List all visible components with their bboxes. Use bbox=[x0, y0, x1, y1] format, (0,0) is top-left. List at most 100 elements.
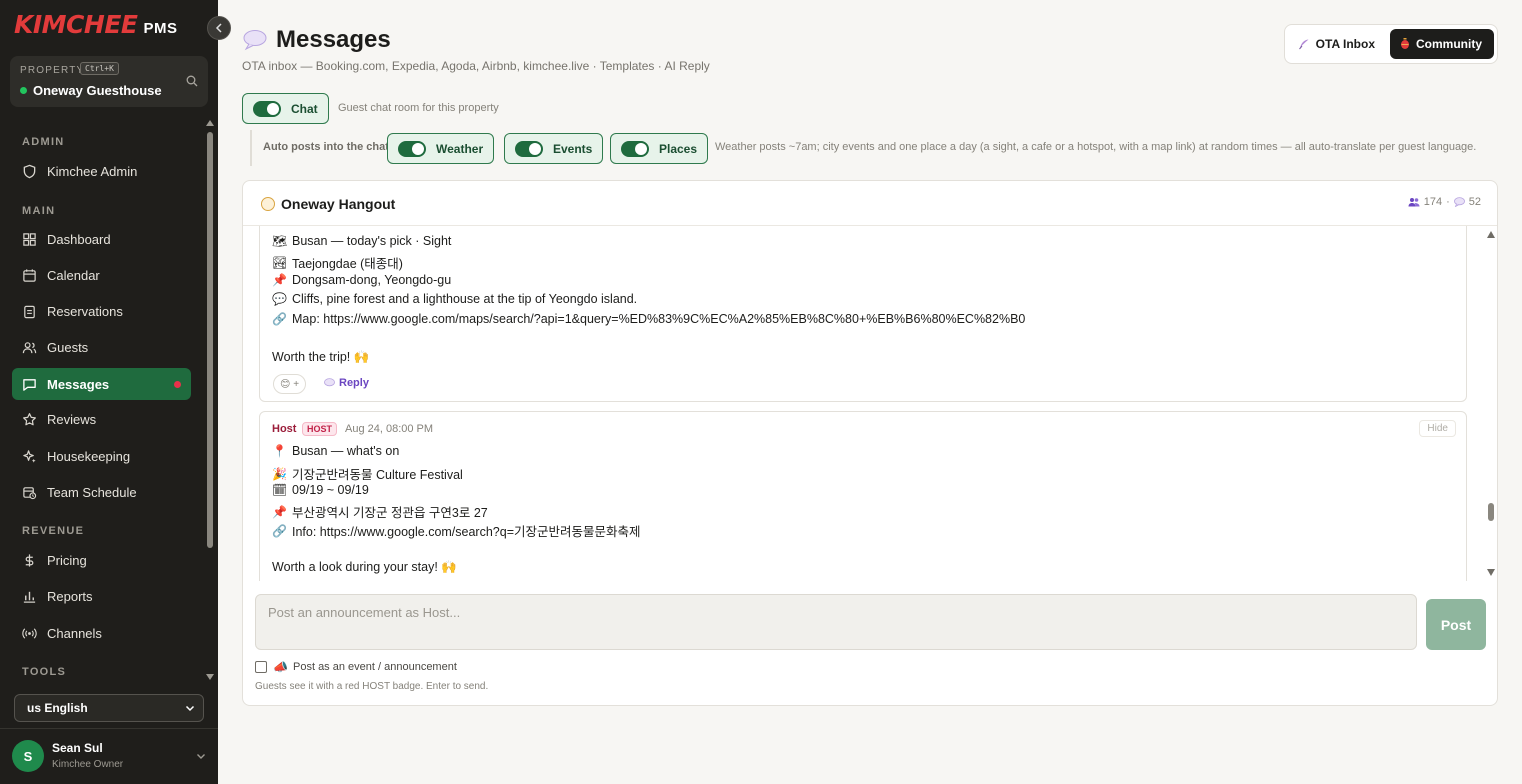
chat-room-header: Oneway Hangout 174 · 52 bbox=[243, 181, 1497, 226]
events-switch[interactable] bbox=[515, 140, 543, 157]
sidebar-item-pricing[interactable]: Pricing bbox=[12, 544, 191, 576]
page-title: Messages bbox=[242, 26, 391, 54]
announcement-placeholder: Post an announcement as Host... bbox=[268, 605, 461, 620]
message-line: Worth the trip! 🙌 bbox=[272, 350, 369, 365]
property-switcher[interactable]: PROPERTY Ctrl+K Oneway Guesthouse bbox=[10, 56, 208, 107]
sidebar-item-label: Kimchee Admin bbox=[47, 163, 138, 179]
pin-icon: 📌 bbox=[272, 273, 287, 287]
auto-posts-hint: Weather posts ~7am; city events and one … bbox=[715, 141, 1477, 153]
post-button[interactable]: Post bbox=[1426, 599, 1486, 650]
dollar-icon bbox=[25, 553, 34, 567]
clipboard-icon bbox=[24, 305, 35, 318]
places-toggle[interactable]: Places bbox=[610, 133, 709, 164]
message-link[interactable]: Info: https://www.google.com/search?q=기장… bbox=[292, 521, 641, 540]
member-count: 174 bbox=[1423, 196, 1443, 208]
weather-toggle-label: Weather bbox=[436, 141, 484, 156]
property-name: Oneway Guesthouse bbox=[20, 83, 162, 98]
message-line: 📍 Busan — what's on bbox=[272, 444, 399, 458]
event-checkbox-row[interactable]: 📣 Post as an event / announcement bbox=[255, 660, 457, 674]
room-name: Oneway Hangout bbox=[281, 196, 396, 212]
weather-switch[interactable] bbox=[398, 140, 426, 157]
sidebar-item-label: Calendar bbox=[47, 267, 100, 283]
bar-chart-icon bbox=[23, 591, 36, 603]
scroll-down-arrow[interactable] bbox=[206, 674, 214, 680]
user-menu[interactable]: S Sean Sul Kimchee Owner bbox=[0, 728, 218, 784]
scroll-up-arrow[interactable] bbox=[206, 120, 214, 126]
sidebar-item-label: Reservations bbox=[47, 303, 123, 319]
event-checkbox[interactable] bbox=[255, 661, 267, 673]
scroll-down-arrow[interactable] bbox=[1487, 569, 1495, 576]
sidebar-item-reviews[interactable]: Reviews bbox=[12, 403, 191, 435]
sidebar-item-reports[interactable]: Reports bbox=[12, 580, 191, 612]
tab-community[interactable]: Community bbox=[1390, 29, 1494, 59]
page-title-text: Messages bbox=[276, 26, 391, 53]
brand-logo[interactable]: KIMCHEE PMS bbox=[14, 10, 178, 39]
add-reaction-button[interactable]: 😊 + bbox=[273, 374, 307, 394]
chat-scrollbar[interactable] bbox=[1485, 227, 1497, 580]
speech-bubble-icon bbox=[243, 30, 267, 51]
chat-switch[interactable] bbox=[253, 100, 281, 117]
message-text: Busan — today's pick · Sight bbox=[292, 234, 452, 248]
chat-feed[interactable]: 🗺 Busan — today's pick · Sight 🏞 Taejong… bbox=[243, 226, 1483, 581]
property-shortcut: Ctrl+K bbox=[80, 62, 119, 75]
sidebar-item-calendar[interactable]: Calendar bbox=[12, 259, 191, 291]
scroll-up-arrow[interactable] bbox=[1487, 231, 1495, 238]
sidebar-item-guests[interactable]: Guests bbox=[12, 331, 191, 363]
tab-ota-inbox[interactable]: OTA Inbox bbox=[1288, 29, 1387, 59]
chat-toggle[interactable]: Chat bbox=[242, 93, 329, 124]
pin-icon: 📌 bbox=[272, 504, 287, 519]
chevron-down-icon bbox=[185, 705, 195, 712]
members-icon bbox=[1408, 198, 1420, 207]
sidebar-item-reservations[interactable]: Reservations bbox=[12, 295, 191, 327]
message-text: Busan — what's on bbox=[292, 444, 400, 458]
dashboard-icon bbox=[23, 232, 36, 246]
announcement-input[interactable]: Post an announcement as Host... bbox=[255, 594, 1417, 650]
sidebar-item-label: Guests bbox=[47, 339, 89, 355]
message-link[interactable]: Map: https://www.google.com/maps/search/… bbox=[292, 312, 1025, 326]
message-line: Worth a look during your stay! 🙌 bbox=[272, 560, 457, 575]
sidebar-collapse-button[interactable] bbox=[207, 16, 231, 40]
link-icon: 🔗 bbox=[272, 523, 287, 538]
unread-dot bbox=[174, 381, 181, 388]
message-line: 📌 부산광역시 기장군 정관읍 구연3로 27 bbox=[272, 502, 488, 521]
hide-message-button[interactable]: Hide bbox=[1419, 420, 1456, 437]
message-line: 🏞 Taejongdae (태종대) bbox=[272, 253, 403, 272]
brand-wordmark: KIMCHEE bbox=[14, 10, 138, 39]
property-label: PROPERTY bbox=[20, 65, 85, 76]
sidebar-item-housekeeping[interactable]: Housekeeping bbox=[12, 440, 191, 472]
message-text: 09/19 ~ 09/19 bbox=[292, 483, 369, 497]
message-text: Worth the trip! 🙌 bbox=[272, 350, 370, 364]
map-icon: 🗺 bbox=[272, 234, 288, 248]
message-line: 💬 Cliffs, pine forest and a lighthouse a… bbox=[272, 292, 637, 306]
sidebar-item-team-schedule[interactable]: Team Schedule bbox=[12, 476, 191, 508]
section-tools: TOOLS bbox=[22, 666, 67, 678]
message-count: 52 bbox=[1468, 196, 1481, 208]
sidebar-item-label: Channels bbox=[47, 625, 102, 641]
sidebar-item-kimchee-admin[interactable]: Kimchee Admin bbox=[12, 155, 191, 187]
sidebar-item-dashboard[interactable]: Dashboard bbox=[12, 223, 191, 255]
auto-posts-divider bbox=[250, 130, 252, 166]
message-line: 🗺 Busan — today's pick · Sight bbox=[272, 234, 451, 248]
events-toggle[interactable]: Events bbox=[504, 133, 604, 164]
language-select[interactable]: us English bbox=[14, 694, 204, 722]
speech-bubble-icon: 💬 bbox=[272, 292, 287, 306]
quill-icon bbox=[1298, 39, 1309, 50]
sidebar-item-label: Pricing bbox=[47, 552, 87, 568]
compass-icon bbox=[261, 197, 275, 211]
sidebar-item-messages[interactable]: Messages bbox=[12, 368, 191, 400]
sidebar-item-label: Team Schedule bbox=[47, 484, 137, 500]
places-switch[interactable] bbox=[621, 140, 649, 157]
weather-toggle[interactable]: Weather bbox=[387, 133, 495, 164]
scroll-thumb[interactable] bbox=[207, 132, 213, 548]
star-icon bbox=[23, 412, 36, 425]
search-icon[interactable] bbox=[186, 74, 198, 92]
sidebar-scrollbar[interactable] bbox=[204, 118, 216, 684]
party-icon: 🎉 bbox=[272, 466, 287, 481]
chevron-left-icon bbox=[215, 23, 222, 33]
reaction-label: 😊 + bbox=[280, 378, 300, 390]
reply-button[interactable]: Reply bbox=[324, 377, 369, 389]
tab-label: Community bbox=[1416, 37, 1482, 51]
sidebar-item-channels[interactable]: Channels bbox=[12, 617, 191, 649]
scroll-thumb[interactable] bbox=[1488, 503, 1494, 521]
megaphone-icon: 📣 bbox=[273, 660, 288, 674]
